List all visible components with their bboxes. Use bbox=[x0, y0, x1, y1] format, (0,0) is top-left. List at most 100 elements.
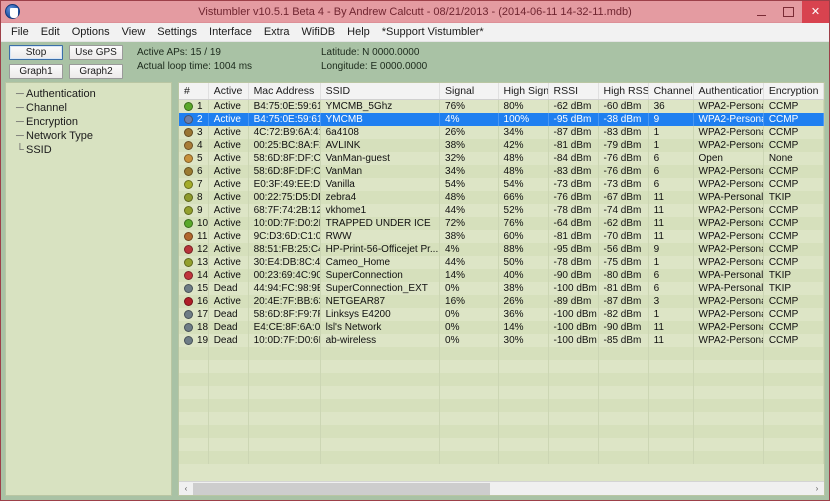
column-header-hrssi[interactable]: High RSSI bbox=[599, 83, 649, 99]
minimize-button[interactable] bbox=[748, 1, 775, 23]
cell-sig: 48% bbox=[440, 191, 498, 204]
cell-empty bbox=[694, 425, 764, 438]
table-row[interactable]: 12Active88:51:FB:25:C4:56HP-Print-56-Off… bbox=[179, 243, 824, 256]
column-header-enc[interactable]: Encryption bbox=[764, 83, 824, 99]
table-row[interactable]: 16Active20:4E:7F:BB:63:36NETGEAR8716%26%… bbox=[179, 295, 824, 308]
table-row[interactable]: 10Active10:0D:7F:D0:2E:E7TRAPPED UNDER I… bbox=[179, 217, 824, 230]
table-row[interactable]: 9Active68:7F:74:2B:12:84vkhome144%52%-78… bbox=[179, 204, 824, 217]
table-row[interactable]: 3Active4C:72:B9:6A:41:086a410826%34%-87 … bbox=[179, 126, 824, 139]
signal-strength-icon bbox=[184, 115, 193, 124]
table-row[interactable]: 2ActiveB4:75:0E:59:61:99YMCMB4%100%-95 d… bbox=[179, 113, 824, 126]
horizontal-scrollbar[interactable]: ‹ › bbox=[179, 481, 824, 495]
tree-item-channel[interactable]: ─ Channel bbox=[6, 101, 171, 115]
table-row[interactable]: 14Active00:23:69:4C:90:79SuperConnection… bbox=[179, 269, 824, 282]
column-header-num[interactable]: # bbox=[179, 83, 209, 99]
cell-act: Dead bbox=[209, 308, 249, 321]
column-header-ssid[interactable]: SSID bbox=[321, 83, 440, 99]
tree-item-ssid[interactable]: └ SSID bbox=[6, 143, 171, 157]
row-index-label: 6 bbox=[197, 166, 203, 177]
cell-rssi: -83 dBm bbox=[549, 165, 599, 178]
cell-sig: 0% bbox=[440, 334, 498, 347]
menu-item-file[interactable]: File bbox=[5, 24, 35, 40]
cell-ssid: NETGEAR87 bbox=[321, 295, 440, 308]
cell-empty bbox=[499, 412, 549, 425]
menu-item-extra[interactable]: Extra bbox=[258, 24, 296, 40]
cell-empty bbox=[694, 399, 764, 412]
table-row[interactable]: 13Active30:E4:DB:8C:46:44Cameo_Home44%50… bbox=[179, 256, 824, 269]
menu-item-help[interactable]: Help bbox=[341, 24, 376, 40]
menu-item-edit[interactable]: Edit bbox=[35, 24, 66, 40]
table-row[interactable]: 4Active00:25:BC:8A:F2:1DAVLINK38%42%-81 … bbox=[179, 139, 824, 152]
column-header-mac[interactable]: Mac Address bbox=[249, 83, 321, 99]
scroll-right-arrow-icon[interactable]: › bbox=[810, 482, 824, 496]
main-content: ─ Authentication ─ Channel ─ Encryption … bbox=[1, 82, 829, 500]
menu-item-settings[interactable]: Settings bbox=[151, 24, 203, 40]
cell-empty bbox=[649, 386, 694, 399]
scroll-left-arrow-icon[interactable]: ‹ bbox=[179, 482, 193, 496]
scrollbar-thumb[interactable] bbox=[193, 483, 490, 495]
cell-empty bbox=[694, 386, 764, 399]
cell-hrssi: -74 dBm bbox=[599, 204, 649, 217]
stop-button[interactable]: Stop bbox=[9, 45, 63, 60]
close-button[interactable] bbox=[802, 1, 829, 23]
cell-sig: 0% bbox=[440, 308, 498, 321]
cell-sig: 4% bbox=[440, 113, 498, 126]
column-header-chan[interactable]: Channel bbox=[649, 83, 694, 99]
menu-item-interface[interactable]: Interface bbox=[203, 24, 258, 40]
cell-mac: 00:22:75:D5:DD:F0 bbox=[249, 191, 321, 204]
row-index-label: 18 bbox=[197, 322, 208, 333]
tree-branch-icon: ─ bbox=[16, 88, 26, 100]
table-row[interactable]: 1ActiveB4:75:0E:59:61:9AYMCMB_5Ghz76%80%… bbox=[179, 100, 824, 113]
row-index-label: 19 bbox=[197, 335, 208, 346]
cell-empty bbox=[321, 373, 440, 386]
use-gps-button[interactable]: Use GPS bbox=[69, 45, 123, 60]
maximize-button[interactable] bbox=[775, 1, 802, 23]
table-row[interactable]: 7ActiveE0:3F:49:EE:D5:38Vanilla54%54%-73… bbox=[179, 178, 824, 191]
row-index-label: 2 bbox=[197, 114, 203, 125]
tree-item-encryption[interactable]: ─ Encryption bbox=[6, 115, 171, 129]
table-row[interactable]: 11Active9C:D3:6D:C1:02:E5RWW38%60%-81 dB… bbox=[179, 230, 824, 243]
column-header-rssi[interactable]: RSSI bbox=[549, 83, 599, 99]
column-header-hsig[interactable]: High Signal bbox=[499, 83, 549, 99]
graph1-button[interactable]: Graph1 bbox=[9, 64, 63, 79]
cell-enc: CCMP bbox=[764, 204, 824, 217]
table-row[interactable]: 8Active00:22:75:D5:DD:F0zebra448%66%-76 … bbox=[179, 191, 824, 204]
column-header-sig[interactable]: Signal bbox=[440, 83, 498, 99]
filter-tree-panel[interactable]: ─ Authentication ─ Channel ─ Encryption … bbox=[5, 82, 172, 496]
cell-empty bbox=[249, 347, 321, 360]
table-body[interactable]: 1ActiveB4:75:0E:59:61:9AYMCMB_5Ghz76%80%… bbox=[179, 100, 824, 481]
table-row[interactable]: 6Active58:6D:8F:DF:C8:FEVanMan34%48%-83 … bbox=[179, 165, 824, 178]
cell-empty bbox=[549, 425, 599, 438]
column-header-auth[interactable]: Authentication bbox=[694, 83, 764, 99]
cell-empty bbox=[764, 425, 824, 438]
cell-enc: CCMP bbox=[764, 230, 824, 243]
cell-sig: 32% bbox=[440, 152, 498, 165]
cell-empty bbox=[599, 425, 649, 438]
cell-empty bbox=[440, 386, 498, 399]
cell-rssi: -78 dBm bbox=[549, 256, 599, 269]
cell-empty bbox=[599, 373, 649, 386]
cell-hsig: 66% bbox=[499, 191, 549, 204]
table-row[interactable]: 19Dead10:0D:7F:D0:6F:3Eab-wireless0%30%-… bbox=[179, 334, 824, 347]
menu-item-options[interactable]: Options bbox=[66, 24, 116, 40]
table-row[interactable]: 5Active58:6D:8F:DF:C9:00VanMan-guest32%4… bbox=[179, 152, 824, 165]
menu-item-view[interactable]: View bbox=[116, 24, 152, 40]
tree-item-network-type[interactable]: ─ Network Type bbox=[6, 129, 171, 143]
graph2-button[interactable]: Graph2 bbox=[69, 64, 123, 79]
cell-empty bbox=[249, 386, 321, 399]
cell-empty bbox=[549, 386, 599, 399]
cell-empty bbox=[209, 347, 249, 360]
menu-item-wifidb[interactable]: WifiDB bbox=[296, 24, 342, 40]
cell-auth: WPA2-Personal bbox=[694, 139, 764, 152]
cell-mac: 30:E4:DB:8C:46:44 bbox=[249, 256, 321, 269]
table-row[interactable]: 15Dead44:94:FC:98:9B:D2SuperConnection_E… bbox=[179, 282, 824, 295]
cell-hsig: 100% bbox=[499, 113, 549, 126]
scrollbar-track[interactable] bbox=[193, 482, 810, 496]
table-row[interactable]: 17Dead58:6D:8F:F9:7F:3CLinksys E42000%36… bbox=[179, 308, 824, 321]
column-header-act[interactable]: Active bbox=[209, 83, 249, 99]
cell-rssi: -81 dBm bbox=[549, 139, 599, 152]
tree-item-authentication[interactable]: ─ Authentication bbox=[6, 87, 171, 101]
cell-rssi: -62 dBm bbox=[549, 100, 599, 113]
table-row[interactable]: 18DeadE4:CE:8F:6A:06:81lsl's Network0%14… bbox=[179, 321, 824, 334]
menu-item-support[interactable]: *Support Vistumbler* bbox=[376, 24, 490, 40]
